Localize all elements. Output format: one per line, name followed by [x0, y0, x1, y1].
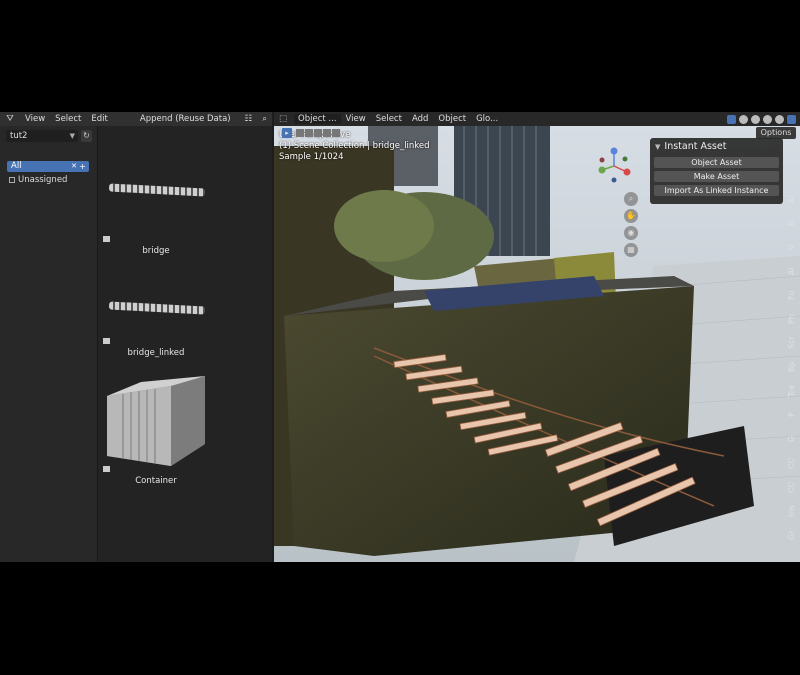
asset-grid: bridge bridge_linked Container [99, 126, 272, 562]
pan-hand-icon[interactable]: ✋ [624, 209, 638, 223]
navigation-buttons: ⌕ ✋ ◉ ▦ [624, 192, 638, 257]
shading-controls [727, 114, 800, 124]
selection-mode-buttons [296, 129, 340, 137]
select-new-icon[interactable] [296, 129, 304, 137]
interaction-mode-dropdown[interactable]: Object ... [294, 114, 341, 124]
solid-shading-icon[interactable] [763, 114, 772, 124]
material-shading-icon[interactable] [775, 114, 784, 124]
sidebar-tab[interactable]: Ins [787, 499, 796, 523]
sidebar-tab[interactable]: B [787, 211, 796, 235]
asset-type-icon [103, 236, 110, 242]
select-invert-icon[interactable] [323, 129, 331, 137]
asset-library-dropdown[interactable]: tut2 ▼ [6, 130, 78, 142]
object-asset-button[interactable]: Object Asset [654, 157, 779, 168]
select-intersect-icon[interactable] [332, 129, 340, 137]
zoom-icon[interactable]: ⌕ [624, 192, 638, 206]
asset-label: Container [135, 476, 177, 486]
asset-thumbnail [101, 154, 211, 244]
asset-item[interactable]: bridge [101, 154, 211, 256]
container-preview [107, 376, 205, 466]
menu-select[interactable]: Select [371, 114, 407, 124]
remove-icon[interactable]: ✕ [71, 161, 77, 172]
catalog-all[interactable]: All ✕ + [7, 161, 89, 172]
select-extend-icon[interactable] [305, 129, 313, 137]
asset-type-icon [103, 466, 110, 472]
collection-object-name: (1) Scene Collection | bridge_linked [279, 141, 430, 151]
menu-object[interactable]: Object [433, 114, 471, 124]
asset-type-icon [103, 338, 110, 344]
sidebar-tab[interactable]: Tra [787, 379, 796, 403]
sidebar-tab[interactable]: At [787, 187, 796, 211]
sidebar-tab[interactable]: P [787, 403, 796, 427]
gizmo-toggle-icon[interactable] [727, 114, 736, 124]
rendered-shading-icon[interactable] [787, 114, 796, 124]
render-sample-count: Sample 1/1024 [279, 152, 344, 162]
asset-browser-header: ⛛ View Select Edit Append (Reuse Data) ☷… [0, 112, 272, 126]
menu-add[interactable]: Add [407, 114, 433, 124]
filter-icon[interactable]: ☷ [240, 114, 258, 124]
chevron-down-icon: ▼ [69, 132, 75, 140]
import-method-dropdown[interactable]: Append (Reuse Data) [135, 114, 236, 124]
make-asset-button[interactable]: Make Asset [654, 171, 779, 182]
add-icon[interactable]: + [79, 161, 86, 172]
navigation-gizmo[interactable] [594, 146, 634, 186]
sidebar-tabs: At B V Al Fo Ph Scr Bp Tra P G CC CC Ins… [782, 187, 800, 562]
blender-window: ⛛ View Select Edit Append (Reuse Data) ☷… [0, 112, 800, 562]
catalog-icon [9, 177, 15, 183]
sidebar-tab[interactable]: CC [787, 475, 796, 499]
asset-item[interactable]: Container [101, 366, 211, 486]
panel-title[interactable]: ▼ Instant Asset [650, 138, 783, 152]
xray-icon[interactable] [739, 114, 748, 124]
select-subtract-icon[interactable] [314, 129, 322, 137]
menu-view[interactable]: View [341, 114, 371, 124]
catalog-unassigned[interactable]: Unassigned [7, 174, 89, 186]
wireframe-shading-icon[interactable] [751, 114, 760, 124]
camera-icon[interactable]: ◉ [624, 226, 638, 240]
refresh-icon[interactable]: ↻ [81, 130, 92, 142]
sidebar-tab[interactable]: V [787, 235, 796, 259]
sidebar-tab[interactable]: Al [787, 259, 796, 283]
search-icon[interactable]: ⌕ [257, 114, 272, 124]
editor-type-icon[interactable]: ⛛ [0, 112, 20, 126]
3d-viewport[interactable]: ⬚ Object ... View Select Add Object Glo.… [274, 112, 800, 562]
sidebar-tab[interactable]: Bp [787, 355, 796, 379]
asset-item[interactable]: bridge_linked [101, 266, 211, 358]
viewport-header: ⬚ Object ... View Select Add Object Glo.… [274, 112, 800, 126]
transform-orientation-dropdown[interactable]: Glo... [471, 114, 503, 124]
sidebar-tab[interactable]: Gr [787, 523, 796, 547]
asset-label: bridge [142, 246, 170, 256]
sidebar-tab[interactable]: Scr [787, 331, 796, 355]
asset-thumbnail [101, 366, 211, 474]
grid-icon[interactable]: ▦ [624, 243, 638, 257]
chevron-down-icon: ▼ [655, 143, 661, 151]
select-box-icon[interactable]: ▸ [282, 128, 292, 138]
asset-browser: ⛛ View Select Edit Append (Reuse Data) ☷… [0, 112, 272, 562]
sidebar-tab[interactable]: Ph [787, 307, 796, 331]
sidebar-tab[interactable]: Fo [787, 283, 796, 307]
asset-thumbnail [101, 266, 211, 346]
instant-asset-panel: ▼ Instant Asset Object Asset Make Asset I… [650, 138, 783, 204]
asset-catalog-sidebar: tut2 ▼ ↻ All ✕ + Unassigned [0, 126, 98, 562]
import-linked-instance-button[interactable]: Import As Linked Instance [654, 185, 779, 196]
sidebar-tab[interactable]: G [787, 427, 796, 451]
menu-select[interactable]: Select [50, 114, 86, 124]
menu-edit[interactable]: Edit [86, 114, 112, 124]
menu-view[interactable]: View [20, 114, 50, 124]
editor-type-icon[interactable]: ⬚ [274, 114, 292, 124]
asset-label: bridge_linked [127, 348, 185, 358]
sidebar-tab[interactable]: CC [787, 451, 796, 475]
